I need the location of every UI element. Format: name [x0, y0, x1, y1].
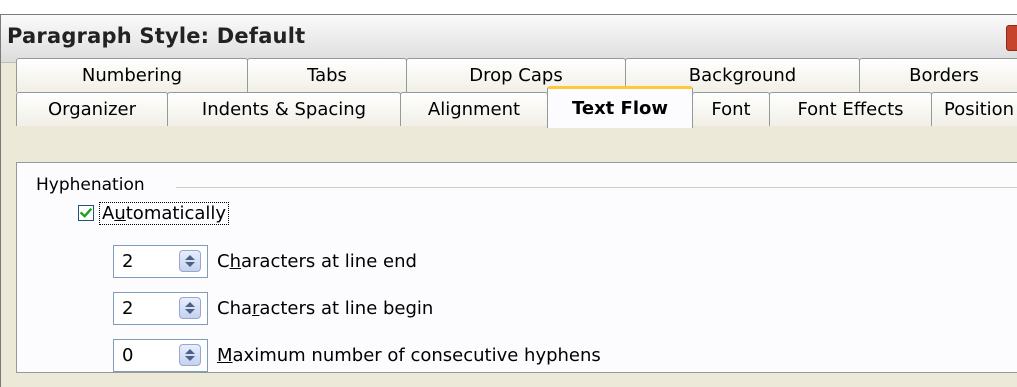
tab-label: Alignment	[427, 99, 521, 120]
label-text: aracters at line end	[241, 250, 417, 272]
label-text: A	[102, 202, 115, 224]
tab-organizer[interactable]: Organizer	[16, 92, 168, 126]
spin-updown-icon[interactable]	[179, 296, 201, 319]
group-divider	[176, 187, 1017, 188]
tab-row-front: Organizer Indents & Spacing Alignment Te…	[16, 86, 1017, 128]
label-text: C	[217, 250, 230, 272]
label-text: tomatically	[125, 202, 227, 224]
spin-updown-icon[interactable]	[179, 249, 201, 272]
tab-alignment[interactable]: Alignment	[400, 92, 548, 126]
tab-label: Numbering	[81, 65, 183, 86]
tab-position[interactable]: Position	[931, 92, 1017, 126]
label-mnemonic: M	[217, 344, 233, 366]
label-mnemonic: h	[229, 250, 241, 272]
tab-text-flow[interactable]: Text Flow	[547, 86, 693, 128]
tab-label: Tabs	[307, 65, 347, 86]
chars-line-begin-spinner[interactable]: 2	[113, 291, 208, 325]
tab-indents-spacing[interactable]: Indents & Spacing	[167, 92, 401, 126]
spinner-value[interactable]: 0	[122, 345, 133, 366]
chars-line-begin-label: Characters at line begin	[217, 298, 433, 319]
label-text: Cha	[217, 297, 253, 319]
tab-row-back: Numbering Tabs Drop Caps Background Bord…	[16, 58, 1017, 94]
max-hyphens-row: 0 Maximum number of consecutive hyphens	[113, 337, 601, 373]
close-button[interactable]	[1006, 25, 1017, 51]
tab-label: Position	[944, 99, 1015, 120]
tab-label: Organizer	[47, 99, 137, 120]
label-text: aximum number of consecutive hyphens	[232, 344, 601, 366]
spinner-value[interactable]: 2	[122, 298, 133, 319]
automatically-row[interactable]: Automatically	[78, 201, 230, 225]
tab-label: Borders	[909, 65, 979, 86]
title-bar[interactable]: Paragraph Style: Default	[1, 15, 1017, 63]
tab-font[interactable]: Font	[692, 92, 770, 126]
chars-line-end-label: Characters at line end	[217, 251, 417, 272]
max-hyphens-spinner[interactable]: 0	[113, 338, 208, 372]
automatically-checkbox[interactable]	[78, 205, 94, 221]
chars-line-begin-row: 2 Characters at line begin	[113, 290, 433, 326]
check-icon	[80, 207, 92, 218]
tab-tabs[interactable]: Tabs	[247, 58, 407, 92]
tab-numbering[interactable]: Numbering	[16, 58, 248, 92]
tab-label: Indents & Spacing	[201, 99, 367, 120]
chars-line-end-spinner[interactable]: 2	[113, 244, 208, 278]
spinner-value[interactable]: 2	[122, 251, 133, 272]
tab-label: Drop Caps	[469, 65, 563, 86]
window-title: Paragraph Style: Default	[7, 24, 306, 48]
label-mnemonic: u	[114, 202, 126, 224]
chars-line-end-row: 2 Characters at line end	[113, 243, 417, 279]
tab-label: Font Effects	[797, 99, 904, 120]
spin-updown-icon[interactable]	[179, 343, 201, 366]
tab-label: Text Flow	[571, 98, 669, 119]
label-text: acters at line begin	[259, 297, 434, 319]
automatically-label[interactable]: Automatically	[98, 201, 230, 225]
tab-borders[interactable]: Borders	[859, 58, 1017, 92]
hyphenation-group-label: Hyphenation	[36, 175, 151, 195]
max-hyphens-label: Maximum number of consecutive hyphens	[217, 345, 601, 366]
tab-label: Background	[688, 65, 797, 86]
tab-font-effects[interactable]: Font Effects	[769, 92, 932, 126]
tab-label: Font	[711, 99, 751, 120]
